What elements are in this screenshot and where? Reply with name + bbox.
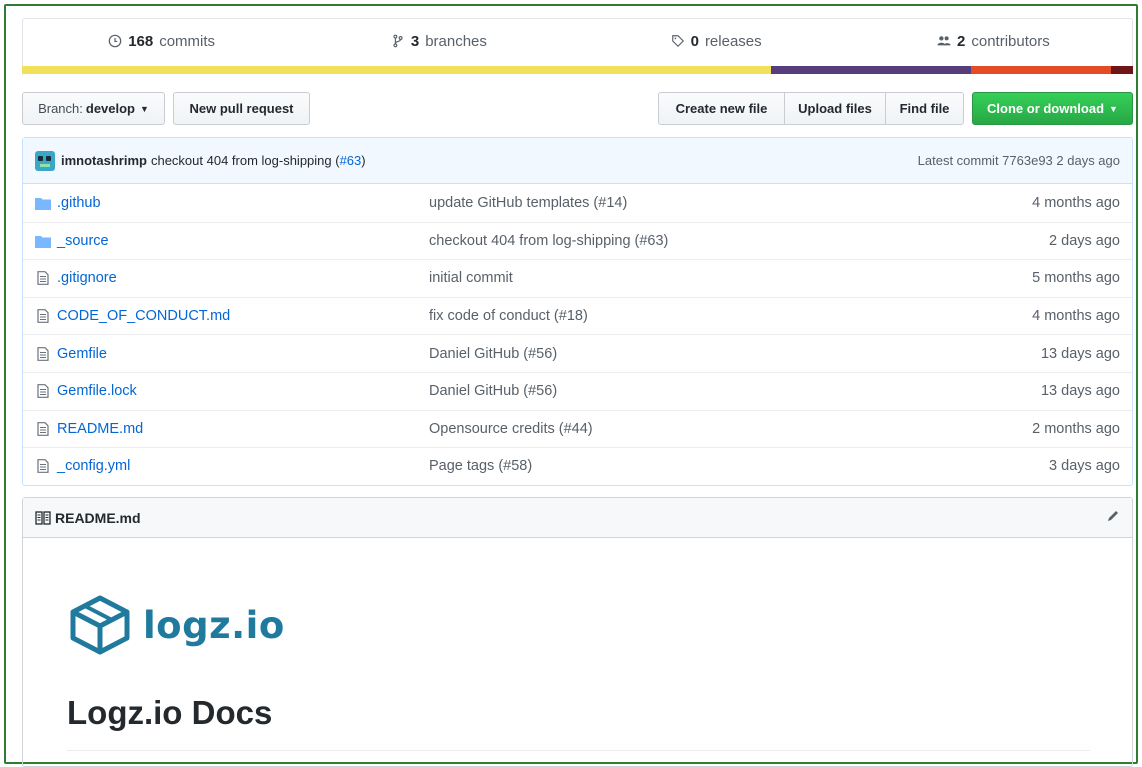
- file-commit-message[interactable]: update GitHub templates (#14): [429, 195, 1032, 211]
- language-bar[interactable]: [22, 66, 1133, 74]
- new-pull-request-button[interactable]: New pull request: [173, 92, 310, 125]
- upload-files-button[interactable]: Upload files: [784, 92, 886, 125]
- file-link[interactable]: CODE_OF_CONDUCT.md: [57, 308, 230, 324]
- language-segment[interactable]: [1110, 66, 1133, 74]
- git-branch-icon: [393, 34, 403, 48]
- file-age: 4 months ago: [1032, 308, 1120, 325]
- logzio-logo: logz.io: [67, 594, 285, 656]
- readme-filename: README.md: [55, 509, 141, 526]
- commits-label: commits: [159, 32, 216, 50]
- readme-box: README.md logz.io Logz.io Docs: [22, 497, 1133, 767]
- create-new-file-button[interactable]: Create new file: [658, 92, 785, 125]
- file-age: 5 months ago: [1032, 270, 1120, 287]
- file-link[interactable]: .github: [57, 195, 101, 211]
- find-file-button[interactable]: Find file: [885, 92, 964, 125]
- file-table: imnotashrimp checkout 404 from log-shipp…: [22, 137, 1133, 486]
- file-row: Gemfile.lock Daniel GitHub (#56) 13 days a…: [23, 371, 1132, 410]
- book-icon: [35, 510, 51, 525]
- file-actions-group: Create new file Upload files Find file: [658, 92, 964, 125]
- find-file-label: Find file: [899, 101, 950, 116]
- file-row: .github update GitHub templates (#14) 4 mo…: [23, 184, 1132, 222]
- file-commit-message[interactable]: Opensource credits (#44): [429, 421, 1032, 437]
- branch-prefix: Branch:: [38, 101, 83, 116]
- file-link[interactable]: Gemfile: [57, 346, 107, 362]
- language-segment[interactable]: [970, 66, 1111, 74]
- file-icon: [35, 459, 51, 474]
- file-row: CODE_OF_CONDUCT.md fix code of conduct (#…: [23, 296, 1132, 335]
- releases-count: 0: [690, 32, 699, 50]
- file-commit-message[interactable]: fix code of conduct (#18): [429, 308, 1032, 324]
- file-age: 13 days ago: [1040, 345, 1120, 362]
- chevron-down-icon: ▼: [140, 103, 149, 114]
- file-icon: [35, 346, 51, 361]
- file-age: 2 months ago: [1032, 420, 1120, 437]
- file-name-cell: CODE_OF_CONDUCT.md: [35, 308, 429, 324]
- file-row: _source checkout 404 from log-shipping (#…: [23, 221, 1132, 260]
- branches-count: 3: [410, 32, 420, 50]
- branch-name: develop: [85, 101, 135, 116]
- latest-commit-bar: imnotashrimp checkout 404 from log-shipp…: [23, 138, 1132, 184]
- file-name-cell: .gitignore: [35, 270, 429, 286]
- file-age: 4 months ago: [1032, 194, 1120, 211]
- file-commit-message[interactable]: Page tags (#58): [429, 458, 1049, 474]
- contributors-count: 2: [957, 32, 966, 50]
- file-icon: [35, 384, 51, 399]
- folder-icon: [35, 196, 51, 210]
- file-icon: [35, 309, 51, 323]
- file-link[interactable]: _source: [57, 233, 109, 249]
- logzio-cube-icon: [70, 595, 130, 655]
- file-row: README.md Opensource credits (#44) 2 month…: [23, 409, 1132, 448]
- file-commit-message[interactable]: checkout 404 from log-shipping (#63): [429, 233, 1049, 249]
- file-commit-message[interactable]: Daniel GitHub (#56): [429, 346, 1041, 362]
- contributors-label: contributors: [971, 32, 1050, 50]
- file-link[interactable]: .gitignore: [57, 270, 117, 286]
- logo-text: logz.io: [143, 603, 285, 647]
- create-new-file-label: Create new file: [675, 101, 768, 116]
- commit-pr-link[interactable]: #63: [340, 153, 362, 168]
- file-icon: [35, 271, 51, 286]
- clone-or-download-button[interactable]: Clone or download ▼: [972, 92, 1133, 125]
- file-link[interactable]: _config.yml: [57, 458, 130, 474]
- file-name-cell: .github: [35, 195, 429, 211]
- history-icon: [108, 34, 122, 48]
- latest-commit-info[interactable]: Latest commit 7763e93 2 days ago: [918, 153, 1120, 168]
- branches-label: branches: [425, 32, 487, 50]
- file-name-cell: _source: [35, 233, 429, 249]
- file-name-cell: _config.yml: [35, 458, 429, 474]
- file-name-cell: README.md: [35, 421, 429, 437]
- file-name-cell: Gemfile: [35, 346, 429, 362]
- commit-author[interactable]: imnotashrimp: [61, 153, 147, 168]
- tag-icon: [671, 35, 684, 48]
- file-age: 2 days ago: [1049, 232, 1120, 249]
- file-name-cell: Gemfile.lock: [35, 383, 429, 399]
- file-row: _config.yml Page tags (#58) 3 days ago: [23, 447, 1132, 485]
- file-commit-message[interactable]: Daniel GitHub (#56): [429, 383, 1041, 399]
- file-age: 3 days ago: [1049, 458, 1120, 475]
- readme-header: README.md: [23, 498, 1132, 538]
- branch-select-button[interactable]: Branch: develop ▼: [22, 92, 165, 125]
- commits-count: 168: [128, 32, 154, 50]
- pencil-icon[interactable]: [1106, 509, 1120, 526]
- file-link[interactable]: Gemfile.lock: [57, 383, 137, 399]
- chevron-down-icon: ▼: [1109, 103, 1118, 114]
- commit-message[interactable]: checkout 404 from log-shipping (: [151, 153, 340, 168]
- new-pull-request-label: New pull request: [189, 101, 294, 116]
- file-commit-message[interactable]: initial commit: [429, 270, 1032, 286]
- file-row: Gemfile Daniel GitHub (#56) 13 days ago: [23, 334, 1132, 372]
- people-icon: [937, 36, 951, 46]
- language-segment[interactable]: [22, 66, 771, 74]
- file-icon: [35, 421, 51, 436]
- folder-icon: [35, 234, 51, 248]
- upload-files-label: Upload files: [798, 101, 872, 116]
- file-link[interactable]: README.md: [57, 421, 143, 437]
- commit-message-end: ): [361, 153, 366, 168]
- title-divider: [67, 750, 1090, 751]
- file-row: .gitignore initial commit 5 months ago: [23, 259, 1132, 297]
- language-segment[interactable]: [770, 66, 971, 74]
- avatar[interactable]: [35, 150, 55, 171]
- clone-or-download-label: Clone or download: [987, 101, 1105, 116]
- file-age: 13 days ago: [1040, 383, 1120, 400]
- releases-label: releases: [704, 32, 762, 50]
- readme-title: Logz.io Docs: [67, 694, 273, 731]
